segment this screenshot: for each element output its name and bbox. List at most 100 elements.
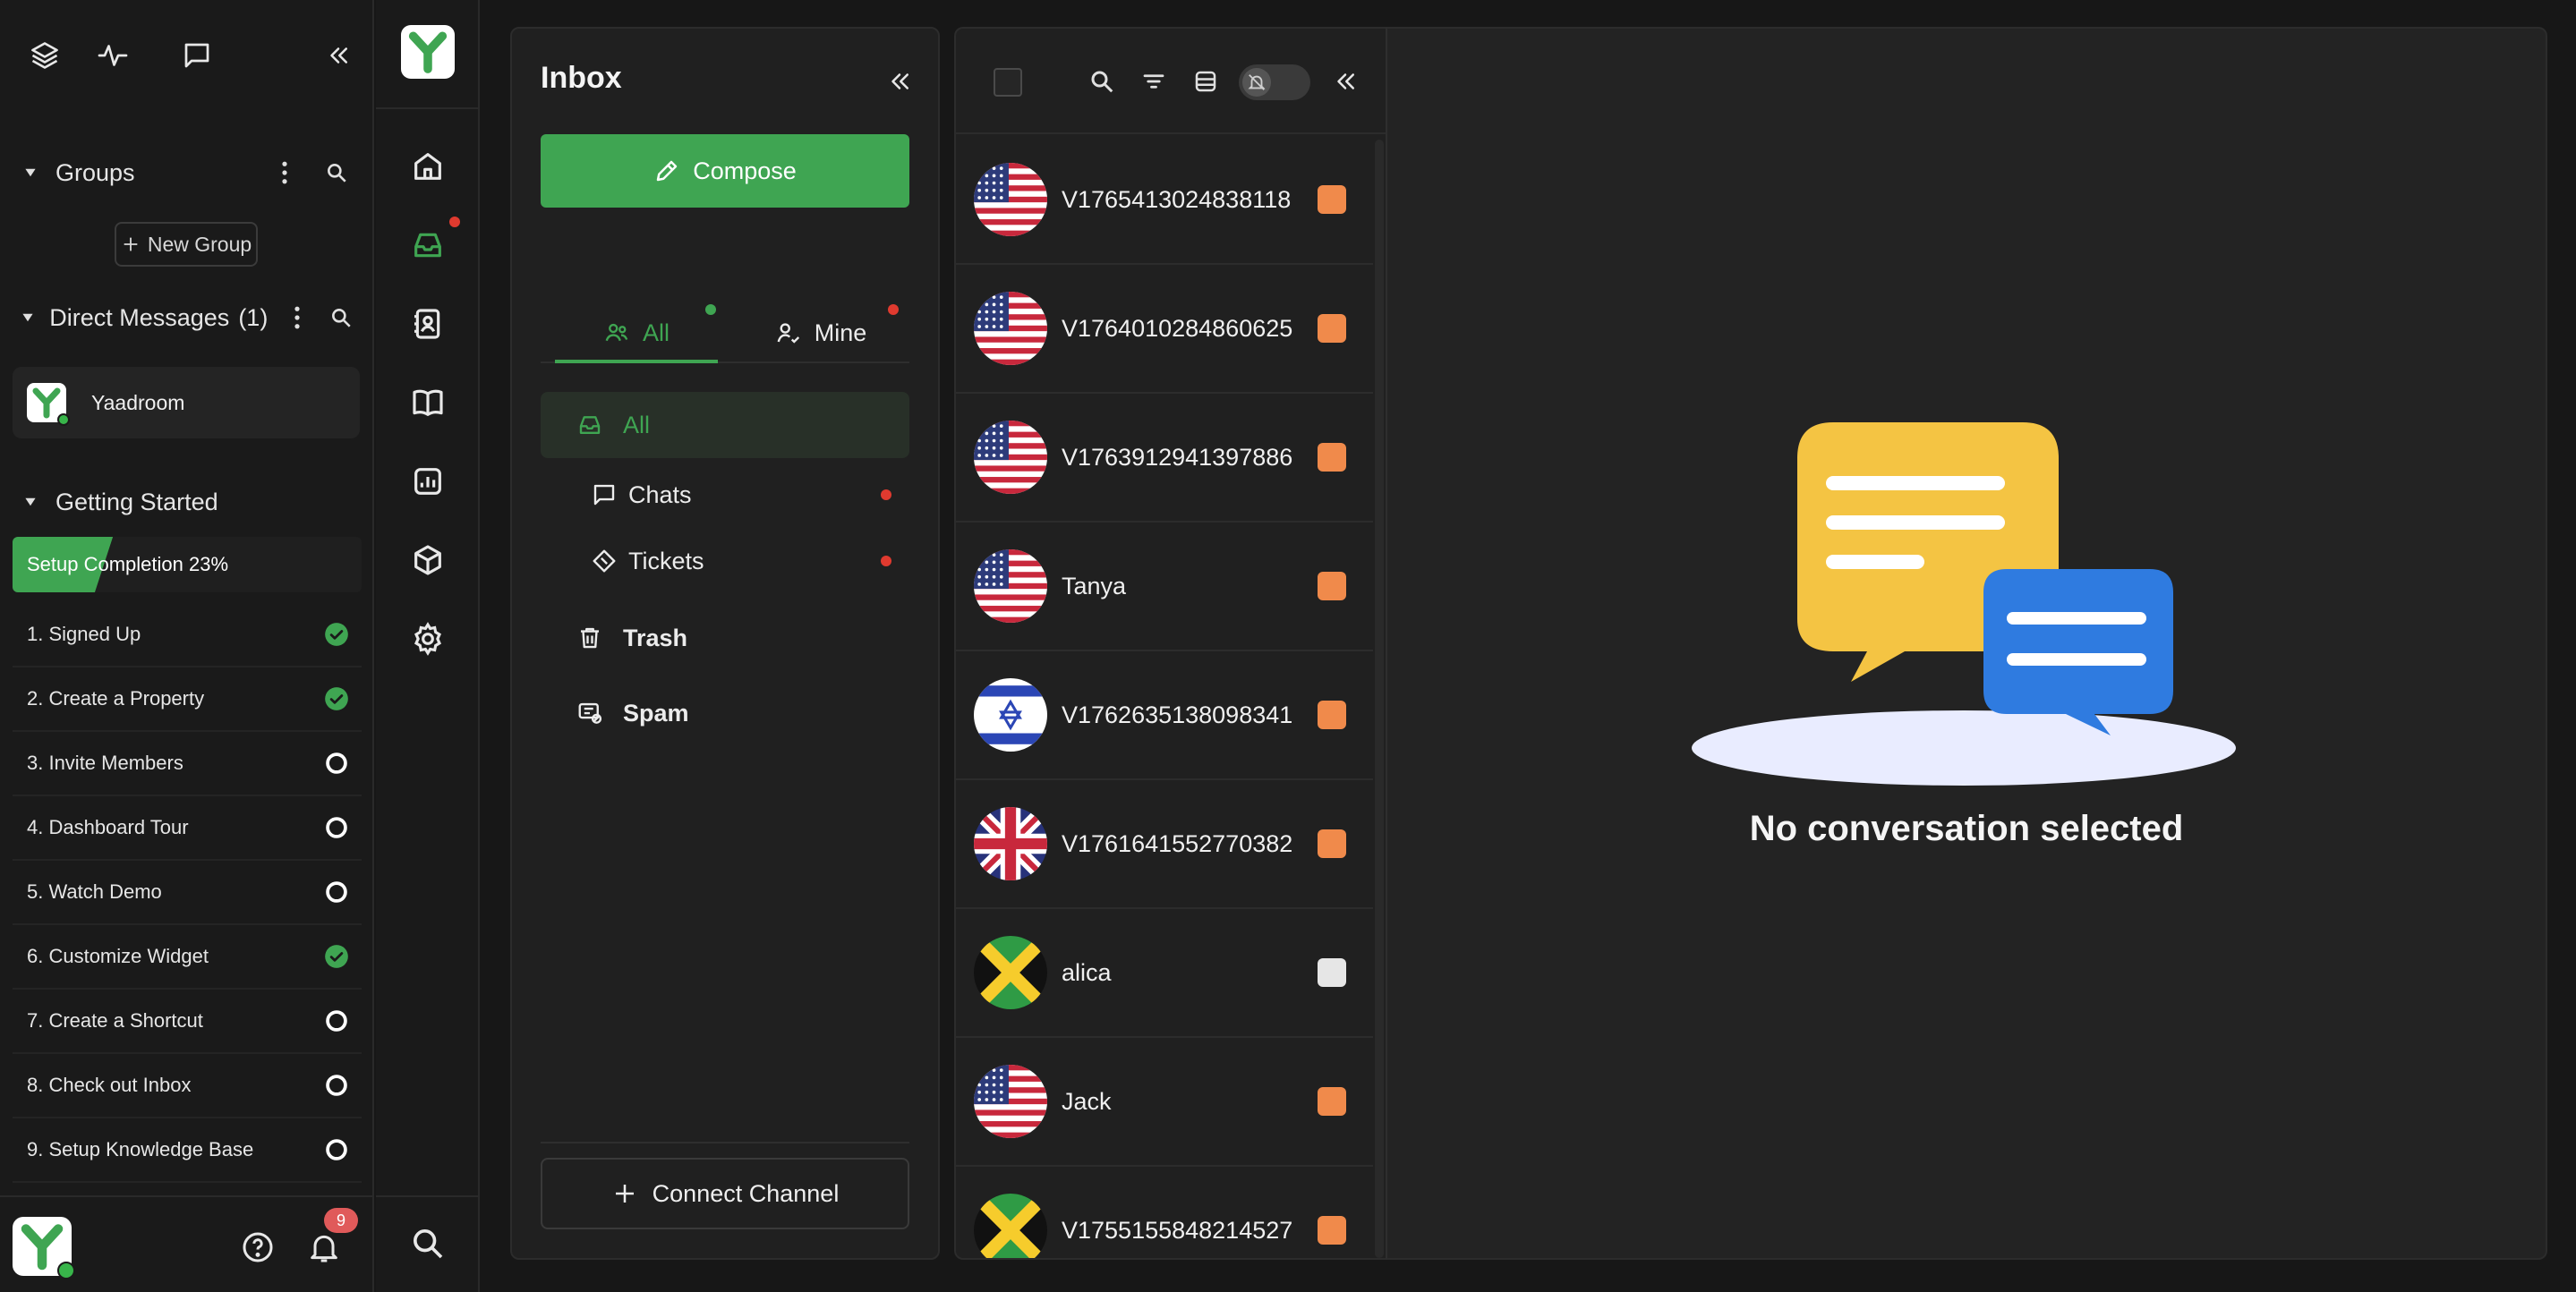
country-flag-us-icon (974, 163, 1047, 236)
conversation-toolbar (956, 29, 1387, 134)
collapse-list-icon[interactable] (1332, 68, 1361, 97)
tab-all[interactable]: All (555, 288, 718, 378)
caret-down-icon[interactable] (18, 305, 37, 330)
conversation-status-tag[interactable] (1318, 1087, 1346, 1116)
more-vertical-icon[interactable] (267, 155, 303, 191)
help-icon[interactable] (240, 1229, 279, 1269)
nav-trash[interactable]: Trash (541, 605, 909, 671)
conversation-status-tag[interactable] (1318, 314, 1346, 343)
trash-icon (581, 627, 599, 649)
conversation-row[interactable]: V1755155848214527 (956, 1167, 1373, 1258)
notifications-icon[interactable] (306, 1229, 345, 1269)
search-icon[interactable] (328, 300, 354, 336)
chat-bubbles-illustration (1692, 422, 2236, 786)
collapse-inbox-icon[interactable] (886, 68, 917, 98)
caret-down-icon[interactable] (18, 489, 43, 514)
compose-button[interactable]: Compose (541, 134, 909, 208)
tab-mine[interactable]: Mine (736, 288, 906, 378)
select-all-checkbox[interactable] (994, 68, 1022, 97)
search-icon[interactable] (1088, 68, 1117, 97)
search-icon[interactable] (319, 155, 354, 191)
conversation-name: V1762635138098341 (1062, 701, 1293, 728)
activity-icon[interactable] (93, 36, 132, 75)
filter-icon[interactable] (1140, 68, 1169, 97)
conversation-status-tag[interactable] (1318, 185, 1346, 214)
step-label: 6. Customize Widget (27, 945, 209, 967)
new-group-label: New Group (147, 232, 252, 256)
sidebar-footer: 9 (0, 1195, 374, 1292)
check-circle-icon (324, 944, 349, 969)
user-assigned-icon (777, 323, 799, 344)
ticket-icon (593, 549, 616, 573)
direct-messages-title: Direct Messages (49, 303, 230, 331)
view-mode-icon[interactable] (1192, 68, 1221, 97)
getting-started-step[interactable]: 9. Setup Knowledge Base (13, 1118, 362, 1183)
direct-messages-header: Direct Messages (1) (18, 295, 354, 340)
conversation-name: V1761641552770382 (1062, 829, 1293, 857)
caret-down-icon[interactable] (18, 160, 43, 185)
new-group-button[interactable]: New Group (115, 222, 258, 267)
empty-circle-icon (324, 751, 349, 776)
nav-spam[interactable]: Spam (541, 680, 909, 746)
conversation-status-tag[interactable] (1318, 958, 1346, 987)
conversation-row[interactable]: alica (956, 909, 1373, 1038)
conversation-row[interactable]: V1765413024838118 (956, 136, 1373, 265)
online-status-dot (57, 413, 70, 426)
conversation-row[interactable]: V1764010284860625 (956, 265, 1373, 394)
plus-icon (124, 237, 138, 251)
conversation-row[interactable]: V1761641552770382 (956, 780, 1373, 909)
getting-started-step[interactable]: 6. Customize Widget (13, 925, 362, 990)
conversation-row[interactable]: V1763912941397886 (956, 394, 1373, 523)
settings-gear-icon[interactable] (401, 612, 455, 666)
direct-messages-count: (1) (238, 303, 269, 331)
integrations-cube-icon[interactable] (401, 533, 455, 587)
active-tab-indicator (555, 360, 718, 363)
empty-circle-icon (324, 1137, 349, 1162)
inbox-icon[interactable] (401, 217, 460, 272)
home-icon[interactable] (401, 140, 455, 193)
chat-bubble-icon[interactable] (177, 36, 217, 75)
nav-tickets-label: Tickets (628, 547, 704, 574)
more-vertical-icon[interactable] (284, 300, 311, 336)
getting-started-step[interactable]: 7. Create a Shortcut (13, 990, 362, 1054)
spam-icon (578, 702, 602, 724)
conversation-scrollbar[interactable] (1375, 140, 1384, 1258)
nav-chats[interactable]: Chats (541, 462, 909, 528)
country-flag-us-icon (974, 421, 1047, 494)
progress-label: Setup Completion 23% (27, 553, 229, 575)
dm-item-yaadroom[interactable]: Yaadroom (13, 367, 360, 438)
conversation-row[interactable]: Tanya (956, 523, 1373, 651)
knowledge-base-icon[interactable] (401, 376, 455, 429)
conversation-status-tag[interactable] (1318, 829, 1346, 858)
conversation-status-tag[interactable] (1318, 572, 1346, 600)
nav-all[interactable]: All (541, 392, 909, 458)
conversation-status-tag[interactable] (1318, 701, 1346, 729)
reports-icon[interactable] (401, 455, 455, 508)
left-sidebar: Groups New Group Direct Messages (1) Yaa… (0, 0, 374, 1292)
layers-icon[interactable] (25, 36, 64, 75)
getting-started-step[interactable]: 8. Check out Inbox (13, 1054, 362, 1118)
empty-circle-icon (324, 1008, 349, 1033)
getting-started-step[interactable]: 1. Signed Up (13, 603, 362, 667)
getting-started-step[interactable]: 2. Create a Property (13, 667, 362, 732)
connect-channel-button[interactable]: Connect Channel (541, 1158, 909, 1229)
conversation-row[interactable]: V1762635138098341 (956, 651, 1373, 780)
getting-started-step[interactable]: 4. Dashboard Tour (13, 796, 362, 861)
conversation-status-tag[interactable] (1318, 443, 1346, 472)
getting-started-step[interactable]: 3. Invite Members (13, 732, 362, 796)
getting-started-step[interactable]: 5. Watch Demo (13, 861, 362, 925)
contacts-icon[interactable] (401, 297, 455, 351)
nav-tickets[interactable]: Tickets (541, 528, 909, 594)
conversation-status-tag[interactable] (1318, 1216, 1346, 1245)
conversation-row[interactable]: Jack (956, 1038, 1373, 1167)
conversation-name: V1764010284860625 (1062, 314, 1293, 342)
workspace-avatar[interactable] (13, 1217, 75, 1279)
global-search-icon[interactable] (401, 1217, 455, 1271)
notifications-toggle[interactable] (1239, 64, 1310, 100)
collapse-sidebar-icon[interactable] (319, 36, 358, 75)
chats-unread-dot (881, 489, 891, 500)
tab-all-dot (705, 304, 716, 315)
app-logo[interactable] (401, 25, 455, 79)
tickets-unread-dot (881, 556, 891, 566)
dm-name: Yaadroom (91, 390, 185, 414)
